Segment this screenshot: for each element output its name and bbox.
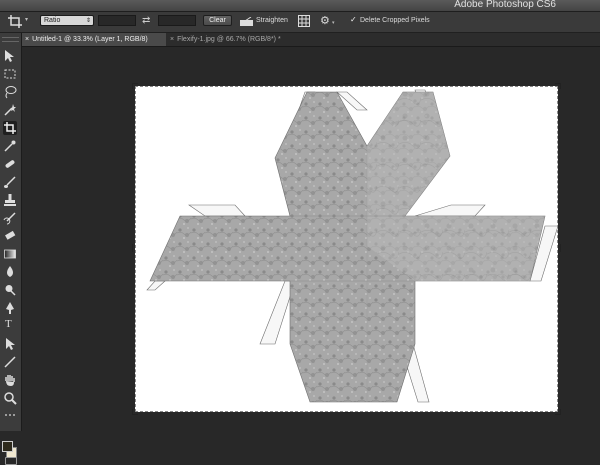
eraser-icon[interactable] bbox=[3, 229, 17, 243]
delete-cropped-checkbox[interactable]: ✓ bbox=[350, 16, 358, 24]
blur-icon[interactable] bbox=[3, 265, 17, 279]
history-brush-icon[interactable] bbox=[3, 211, 17, 225]
crop-bounding-box[interactable] bbox=[135, 86, 558, 412]
move-icon[interactable] bbox=[3, 49, 17, 63]
lasso-icon[interactable] bbox=[3, 85, 17, 99]
tab-flexify-1[interactable]: × Flexify-1.jpg @ 66.7% (RGB/8*) * bbox=[167, 33, 327, 46]
dodge-icon[interactable] bbox=[3, 283, 17, 297]
crop-handle-top-left[interactable] bbox=[132, 83, 138, 89]
gradient-icon[interactable] bbox=[3, 247, 17, 261]
quick-mask-icon[interactable] bbox=[5, 457, 17, 465]
chevron-down-icon[interactable]: ▾ bbox=[332, 20, 335, 26]
crop-handle-bottom[interactable] bbox=[343, 410, 351, 413]
quick-select-icon[interactable] bbox=[3, 103, 17, 117]
zoom-icon[interactable] bbox=[3, 391, 17, 405]
title-bar: Adobe Photoshop CS6 bbox=[0, 0, 600, 12]
tools-panel: T bbox=[0, 33, 22, 465]
gear-icon[interactable]: ⚙ bbox=[320, 14, 330, 27]
swap-dimensions-icon[interactable]: ⇄ bbox=[142, 15, 150, 26]
brush-icon[interactable] bbox=[3, 175, 17, 189]
pen-icon[interactable] bbox=[3, 301, 17, 315]
crop-handle-bottom-left[interactable] bbox=[132, 409, 138, 415]
path-select-icon[interactable] bbox=[3, 337, 17, 351]
close-icon[interactable]: × bbox=[170, 36, 174, 43]
clear-button[interactable]: Clear bbox=[203, 15, 232, 26]
line-icon[interactable] bbox=[3, 355, 17, 369]
ratio-select-value: Ratio bbox=[44, 17, 61, 24]
crop-icon[interactable] bbox=[3, 121, 17, 135]
healing-icon[interactable] bbox=[3, 157, 17, 171]
foreground-color-swatch[interactable] bbox=[2, 441, 13, 452]
overlay-grid-icon[interactable] bbox=[298, 15, 310, 27]
app-title: Adobe Photoshop CS6 bbox=[454, 0, 556, 10]
chevron-down-icon[interactable]: ▾ bbox=[25, 16, 28, 23]
ratio-select[interactable]: Ratio ⇕ bbox=[40, 15, 94, 26]
crop-handle-bottom-right[interactable] bbox=[555, 409, 561, 415]
crop-handle-top-right[interactable] bbox=[555, 83, 561, 89]
crop-handle-right[interactable] bbox=[558, 244, 561, 252]
crop-height-field[interactable] bbox=[158, 15, 196, 26]
crop-width-field[interactable] bbox=[98, 15, 136, 26]
tab-untitled-1[interactable]: × Untitled-1 @ 33.3% (Layer 1, RGB/8) bbox=[22, 33, 166, 46]
more-tools-icon[interactable] bbox=[3, 408, 17, 416]
panel-grip[interactable] bbox=[2, 37, 19, 42]
straighten-icon[interactable] bbox=[240, 17, 253, 26]
hand-icon[interactable] bbox=[3, 373, 17, 387]
type-icon[interactable]: T bbox=[5, 318, 12, 330]
tab-label: Flexify-1.jpg @ 66.7% (RGB/8*) * bbox=[177, 36, 281, 43]
tab-label: Untitled-1 @ 33.3% (Layer 1, RGB/8) bbox=[32, 36, 148, 43]
crop-handle-left[interactable] bbox=[132, 244, 135, 252]
crop-tool-preset-icon[interactable] bbox=[8, 15, 22, 28]
crop-handle-top[interactable] bbox=[343, 83, 351, 86]
eyedropper-icon[interactable] bbox=[3, 139, 17, 153]
straighten-label[interactable]: Straighten bbox=[256, 17, 288, 24]
close-icon[interactable]: × bbox=[25, 36, 29, 43]
delete-cropped-label[interactable]: Delete Cropped Pixels bbox=[360, 17, 430, 24]
select-arrows-icon: ⇕ bbox=[85, 18, 91, 24]
marquee-icon[interactable] bbox=[3, 67, 17, 81]
document-tab-bar: × Untitled-1 @ 33.3% (Layer 1, RGB/8) × Fl… bbox=[22, 33, 600, 47]
options-bar: ▾ Ratio ⇕ ⇄ Clear Straighten ⚙ ▾ ✓ Delet… bbox=[0, 12, 600, 33]
stamp-icon[interactable] bbox=[3, 193, 17, 207]
